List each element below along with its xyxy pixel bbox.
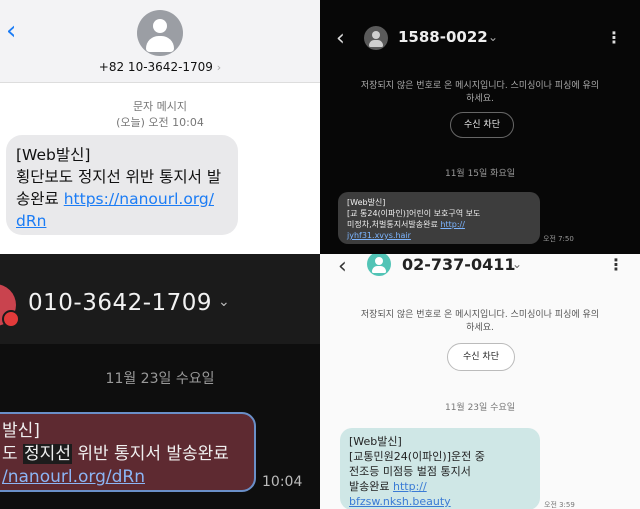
contact-avatar[interactable] (364, 26, 388, 50)
message-timestamp: (오늘) 오전 10:04 (116, 116, 204, 129)
contact-avatar[interactable] (367, 254, 391, 276)
message-line: 미정차,처벌통지서발송완료 http:// (347, 219, 531, 230)
sender-number-text: +82 10-3642-1709 (98, 60, 213, 74)
avatar-head-shape (372, 31, 380, 39)
message-line: 도 정지선 위반 통지서 발송완료 (2, 443, 240, 466)
message-text: 도 (2, 444, 24, 464)
avatar-head-shape (375, 257, 383, 265)
avatar-body-shape (372, 266, 386, 273)
ios-message-screen: ‹ +82 10-3642-1709 › 문자 메시지 (오늘) 오전 10:0… (0, 0, 320, 254)
conversation-header: ‹ +82 10-3642-1709 › (0, 0, 320, 83)
message-link-continued[interactable]: bfzsw.nksh.beauty (349, 495, 451, 508)
message-line: [교 통24(이파인)]어린이 보호구역 보도 (347, 209, 481, 218)
unsaved-number-warning: 저장되지 않은 번호로 온 메시지입니다. 스미싱이나 피싱에 유의하세요. (360, 81, 600, 104)
message-line: [Web발신] (349, 435, 402, 448)
sender-number[interactable]: 02-737-0411 (402, 255, 515, 274)
message-line: [교통민원24(이파인)]운전 중 (349, 450, 485, 463)
message-bubble: [Web발신] [교통민원24(이파인)]운전 중 전조등 미점등 벌점 통지서… (340, 428, 540, 509)
chevron-down-icon[interactable]: ⌄ (218, 294, 230, 310)
message-line: dRn (16, 210, 228, 232)
message-line: 발송완료 http:// (349, 479, 531, 494)
block-sender-button[interactable]: 수신 차단 (450, 112, 514, 138)
message-text: 위반 통지서 발송완료 (71, 444, 229, 464)
message-line: bfzsw.nksh.beauty (349, 494, 531, 509)
message-link[interactable]: http:// (440, 220, 465, 229)
message-line: 송완료 https://nanourl.org/ (16, 188, 228, 210)
message-link-continued[interactable]: jyhf31.xvys.hair (347, 231, 411, 240)
message-type-label: 문자 메시지 (132, 100, 188, 113)
date-separator: 11월 15일 화요일 (444, 169, 516, 179)
more-options-icon[interactable]: ⋮ (608, 255, 624, 274)
contact-avatar[interactable] (137, 10, 183, 56)
samsung-light-message-screen: ‹ 02-737-0411 ⌄ ⋮ 저장되지 않은 번호로 온 메시지입니다. … (320, 254, 640, 509)
message-text: 미정차,처벌통지서발송완료 (347, 220, 441, 229)
dark-message-screen: 010-3642-1709 ⌄ 11월 23일 수요일 발신] 도 정지선 위반… (0, 254, 320, 509)
message-link[interactable]: https://nanourl.org/ (64, 190, 214, 208)
message-line: jyhf31.xvys.hair (347, 230, 531, 241)
unsaved-number-warning: 저장되지 않은 번호로 온 메시지입니다. 스미싱이나 피싱에 유의하세요. (360, 310, 600, 333)
message-line: /nanourl.org/dRn (2, 466, 240, 489)
message-time: 10:04 (262, 474, 303, 490)
chevron-down-icon[interactable]: ⌄ (488, 30, 498, 44)
date-separator: 11월 23일 수요일 (105, 371, 215, 387)
highlighted-text: 정지선 (23, 444, 72, 464)
back-arrow-icon[interactable]: ‹ (336, 26, 345, 51)
sender-number[interactable]: +82 10-3642-1709 › (0, 60, 320, 74)
chevron-down-icon[interactable]: ⌄ (512, 257, 522, 271)
sender-number[interactable]: 1588-0022 (398, 28, 488, 46)
chevron-right-icon: › (216, 61, 222, 74)
samsung-dark-message-screen: ‹ 1588-0022 ⌄ ⋮ 저장되지 않은 번호로 온 메시지입니다. 스미… (320, 0, 640, 254)
avatar-head-shape (153, 19, 167, 33)
avatar-body-shape (369, 40, 383, 47)
message-time: 오전 7:50 (543, 235, 574, 243)
message-text: 발송완료 (349, 480, 393, 493)
message-line: [Web발신] (347, 198, 386, 207)
message-link-continued[interactable]: dRn (16, 212, 46, 230)
contact-avatar[interactable] (0, 284, 20, 328)
message-line: 횡단보도 정지선 위반 통지서 발 (16, 168, 222, 186)
message-time: 오전 3:59 (544, 501, 575, 509)
conversation-header: 010-3642-1709 ⌄ (0, 254, 320, 344)
sender-number[interactable]: 010-3642-1709 (28, 290, 212, 316)
notification-badge (2, 310, 20, 328)
message-line: [Web발신] (16, 146, 91, 164)
message-bubble: 발신] 도 정지선 위반 통지서 발송완료 /nanourl.org/dRn (0, 412, 256, 492)
message-line: 발신] (2, 421, 40, 441)
more-options-icon[interactable]: ⋮ (606, 28, 622, 47)
message-bubble: [Web발신] [교 통24(이파인)]어린이 보호구역 보도 미정차,처벌통지… (338, 192, 540, 244)
block-sender-button[interactable]: 수신 차단 (447, 343, 515, 371)
message-link[interactable]: /nanourl.org/dRn (2, 467, 145, 487)
back-arrow-icon[interactable]: ‹ (338, 254, 347, 279)
back-chevron-icon[interactable]: ‹ (6, 18, 20, 44)
message-bubble: [Web발신] 횡단보도 정지선 위반 통지서 발 송완료 https://na… (6, 135, 238, 235)
message-link[interactable]: http:// (393, 480, 427, 493)
message-line: 전조등 미점등 벌점 통지서 (349, 465, 471, 478)
message-text: 송완료 (16, 190, 64, 208)
avatar-body-shape (146, 36, 174, 52)
date-separator: 11월 23일 수요일 (444, 403, 516, 413)
